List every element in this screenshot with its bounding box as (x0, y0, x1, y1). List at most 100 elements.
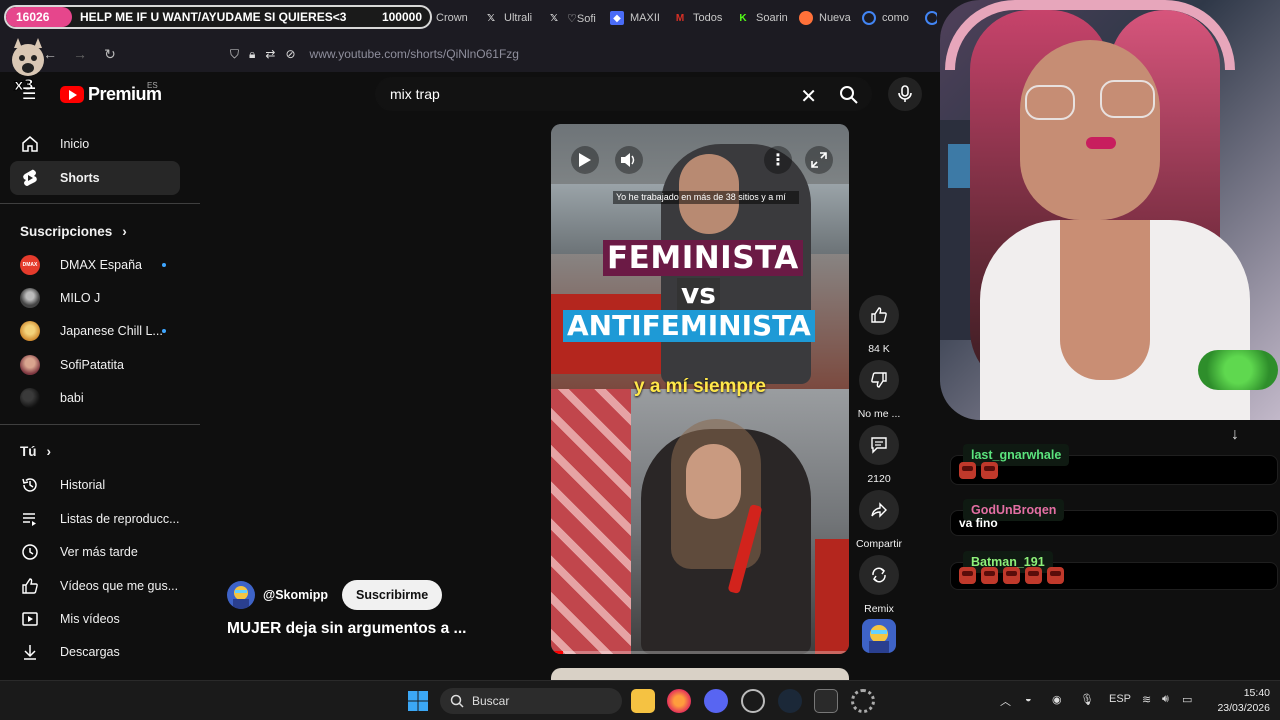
tab-3[interactable]: ◆ MAXII (610, 6, 660, 30)
clock-time: 15:40 (1243, 687, 1270, 699)
tray-chevron-up-icon[interactable]: ︿ (1000, 693, 1011, 709)
share-action[interactable]: Compartir (856, 490, 902, 550)
sidebar-item-historial[interactable]: Historial (10, 468, 180, 502)
sidebar-sub-japanese-chill[interactable]: Japanese Chill L... (10, 314, 180, 348)
dislike-action[interactable]: No me ... (858, 360, 900, 420)
sound-avatar[interactable] (862, 619, 896, 653)
epic-games-icon[interactable] (814, 689, 838, 713)
system-clock[interactable]: 15:40 23/03/2026 (1206, 686, 1270, 716)
permissions-icon[interactable]: ⇄ (265, 47, 275, 61)
tab-4[interactable]: M Todos (673, 6, 723, 30)
tab-6[interactable]: Nueva (799, 6, 851, 30)
dislike-button[interactable] (859, 360, 899, 400)
chat-message: Batman_191 (950, 551, 1278, 590)
volume-button[interactable] (615, 146, 643, 174)
tab-2[interactable]: 𝕏 ♡Sofi (547, 6, 596, 30)
subscriptions-heading[interactable]: Suscripciones › (20, 224, 127, 239)
remix-icon (872, 567, 886, 583)
keyboard-language[interactable]: ESP (1109, 693, 1131, 705)
sidebar-item-label: DMAX España (60, 258, 142, 272)
reload-icon[interactable]: ↻ (100, 44, 120, 64)
sidebar-item-label: Shorts (60, 171, 100, 185)
shorts-video-player[interactable]: ⋮ Yo he trabajado en más de 38 sitios y … (551, 124, 849, 654)
remix-button[interactable] (859, 555, 899, 595)
streamer-webcam (940, 0, 1280, 420)
tab-1[interactable]: 𝕏 Ultrali (484, 6, 532, 30)
fullscreen-button[interactable] (805, 146, 833, 174)
tray-mic-icon[interactable]: 🎙︎ (1080, 693, 1094, 706)
chevron-right-icon: › (46, 444, 52, 459)
tray-discord-icon[interactable]: ◉ (1052, 693, 1062, 706)
battery-icon[interactable]: ▭ (1182, 693, 1192, 706)
chat-scroll-down-icon[interactable]: ↓ (1222, 426, 1248, 448)
sidebar-item-my-videos[interactable]: Mis vídeos (10, 602, 180, 636)
tab-label: MAXII (630, 12, 660, 24)
shorts-icon (20, 168, 40, 188)
video-progress-bar[interactable] (551, 651, 849, 654)
obs-icon[interactable] (741, 689, 765, 713)
share-button[interactable] (859, 490, 899, 530)
search-input[interactable] (376, 86, 776, 102)
sidebar-item-label: Listas de reproducc... (60, 512, 180, 526)
like-button[interactable] (859, 295, 899, 335)
menu-icon[interactable]: ☰ (22, 84, 38, 104)
sidebar-item-inicio[interactable]: Inicio (10, 127, 180, 161)
sidebar-item-liked-videos[interactable]: Vídeos que me gus... (10, 569, 180, 603)
remix-label: Remix (864, 603, 894, 615)
tab-8[interactable] (925, 6, 937, 30)
tab-label: Crown (436, 12, 468, 24)
windows-start-icon[interactable] (406, 689, 430, 713)
sidebar-sub-sofipatatita[interactable]: SofiPatatita (10, 348, 180, 382)
sidebar-sub-milo-j[interactable]: MILO J (10, 281, 180, 315)
sidebar-item-downloads[interactable]: Descargas (10, 635, 180, 669)
x-logo-icon: 𝕏 (486, 12, 496, 24)
download-icon (20, 642, 40, 662)
tray-steam-icon[interactable]: ◒ (1025, 693, 1032, 705)
tab-0[interactable]: Crown (436, 6, 468, 30)
wifi-icon[interactable]: ≋ (1142, 693, 1151, 706)
emote-icon (981, 567, 998, 584)
home-icon (20, 134, 40, 154)
playlist-icon (20, 509, 40, 529)
next-short-preview[interactable] (551, 668, 849, 680)
voice-search-button[interactable] (888, 77, 922, 111)
sidebar-sub-dmax[interactable]: DMAX DMAX España (10, 248, 180, 282)
play-button[interactable] (571, 146, 599, 174)
lock-icon[interactable]: 🔒︎ (249, 47, 255, 62)
settings-gear-icon[interactable] (851, 689, 875, 713)
tab-5[interactable]: K Soarin (736, 6, 787, 30)
comments-action[interactable]: 2120 (858, 425, 900, 485)
taskbar-search[interactable]: Buscar (440, 688, 622, 714)
sidebar-item-playlists[interactable]: Listas de reproducc... (10, 502, 180, 536)
sidebar-item-shorts[interactable]: Shorts (10, 161, 180, 195)
shield-icon[interactable]: ⛉ (230, 47, 239, 62)
video-title[interactable]: MUJER deja sin argumentos a ... (227, 620, 466, 638)
volume-icon[interactable]: 🔊︎ (1162, 693, 1169, 706)
subscribe-button[interactable]: Suscribirme (341, 580, 443, 610)
tab-7[interactable]: como (862, 6, 909, 30)
search-icon[interactable] (839, 85, 859, 105)
sidebar-item-watch-later[interactable]: Ver más tarde (10, 535, 180, 569)
remix-action[interactable]: Remix (858, 555, 900, 615)
address-bar[interactable]: ⛉ 🔒︎ ⇄ ⊘ www.youtube.com/shorts/QiNlnO61… (222, 41, 932, 67)
new-content-dot (162, 263, 166, 267)
tab-label: Ultrali (504, 12, 533, 24)
steam-icon[interactable] (778, 689, 802, 713)
like-action[interactable]: 84 K (858, 295, 900, 355)
you-heading[interactable]: Tú › (20, 444, 51, 459)
youtube-play-icon (60, 86, 84, 103)
forward-arrow-icon[interactable]: → (70, 44, 90, 64)
clear-search-icon[interactable]: ✕ (800, 84, 817, 109)
video-subtitle: Yo he trabajado en más de 38 sitios y a … (613, 191, 799, 204)
channel-avatar[interactable] (227, 581, 255, 609)
sidebar-sub-babi[interactable]: babi (10, 381, 180, 415)
thumb-up-icon (20, 576, 40, 596)
discord-icon[interactable] (704, 689, 728, 713)
comments-button[interactable] (859, 425, 899, 465)
youtube-premium-logo[interactable]: Premium ES (60, 81, 162, 105)
channel-name[interactable]: @Skomipp (263, 588, 328, 602)
file-explorer-icon[interactable] (631, 689, 655, 713)
tracking-off-icon[interactable]: ⊘ (285, 47, 295, 61)
firefox-icon[interactable] (667, 689, 691, 713)
more-options-button[interactable]: ⋮ (764, 146, 792, 174)
